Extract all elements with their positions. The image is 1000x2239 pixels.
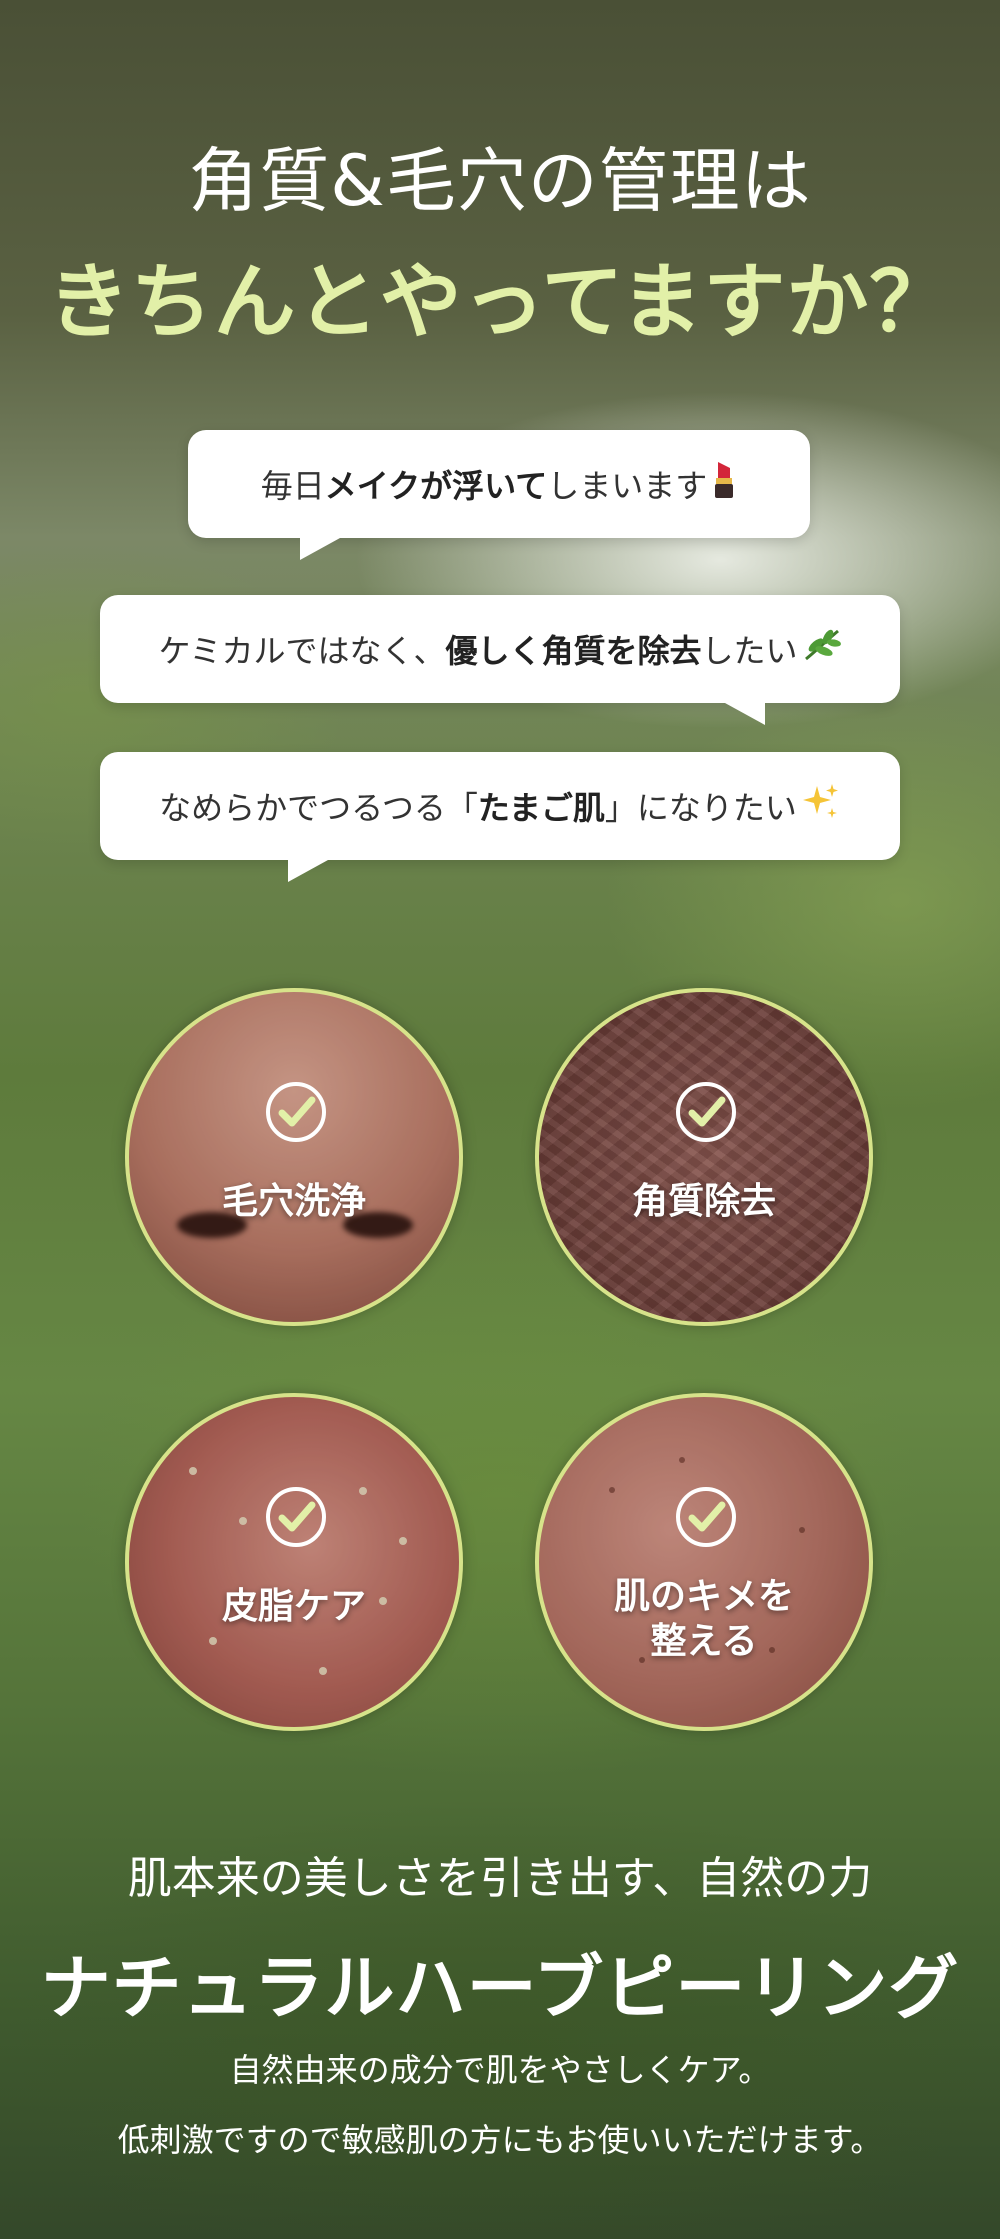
bubble-text-bold: 優しく角質を除去 bbox=[445, 632, 702, 670]
feature-label: 毛穴洗浄 bbox=[221, 1181, 366, 1222]
bubble-tail bbox=[300, 538, 340, 560]
check-icon bbox=[266, 1487, 326, 1547]
bubble-text: 毎日メイクが浮いてしまいます bbox=[261, 461, 707, 507]
bubble-text-bold: たまご肌 bbox=[477, 789, 605, 827]
description-line2: 低刺激ですので敏感肌の方にもお使いいただけます。 bbox=[117, 2121, 883, 2159]
promo-page: 角質&毛穴の管理は きちんとやってますか？ 毎日メイクが浮いてしまいます ケミカ… bbox=[0, 0, 1000, 2239]
product-name: ナチュラルハーブピーリング bbox=[40, 1947, 960, 2029]
bubble-text-post: したい bbox=[701, 632, 798, 670]
herb-icon bbox=[802, 627, 842, 671]
bubble-text: ケミカルではなく、優しく角質を除去したい bbox=[158, 626, 797, 672]
bubble-text-pre: 毎日 bbox=[260, 467, 325, 505]
headline-line2: きちんとやってますか？ bbox=[47, 255, 953, 350]
bubble-text: なめらかでつるつる「たまご肌」になりたい bbox=[159, 783, 797, 829]
bubble-text-pre: なめらかでつるつる「 bbox=[159, 789, 478, 827]
bubble-text-post: しまいます bbox=[547, 467, 708, 505]
circle-overlay bbox=[129, 992, 459, 1322]
sparkles-icon bbox=[801, 782, 841, 830]
circle-overlay bbox=[129, 1397, 459, 1727]
bubble-tail bbox=[725, 703, 765, 725]
lipstick-icon bbox=[711, 460, 737, 508]
feature-skin-texture: 肌のキメを 整える bbox=[535, 1393, 873, 1731]
check-icon bbox=[266, 1082, 326, 1142]
feature-label: 皮脂ケア bbox=[221, 1586, 366, 1627]
tagline: 肌本来の美しさを引き出す、自然の力 bbox=[127, 1853, 873, 1904]
description-line1: 自然由来の成分で肌をやさしくケア。 bbox=[229, 2051, 771, 2089]
circle-overlay bbox=[539, 992, 869, 1322]
check-icon bbox=[676, 1082, 736, 1142]
feature-pore-cleansing: 毛穴洗浄 bbox=[125, 988, 463, 1326]
check-icon bbox=[676, 1487, 736, 1547]
bubble-text-post: 」になりたい bbox=[604, 789, 797, 827]
bubble-text-bold: メイクが浮いて bbox=[324, 467, 548, 505]
feature-sebum-care: 皮脂ケア bbox=[125, 1393, 463, 1731]
feature-label: 角質除去 bbox=[631, 1181, 776, 1222]
speech-bubble-exfoliate: ケミカルではなく、優しく角質を除去したい bbox=[100, 595, 900, 703]
speech-bubble-makeup: 毎日メイクが浮いてしまいます bbox=[188, 430, 810, 538]
bubble-text-pre: ケミカルではなく、 bbox=[158, 632, 446, 670]
circle-overlay bbox=[539, 1397, 869, 1727]
feature-exfoliation: 角質除去 bbox=[535, 988, 873, 1326]
headline-line1: 角質&毛穴の管理は bbox=[188, 140, 812, 222]
feature-label-line2: 整える bbox=[650, 1621, 758, 1662]
speech-bubble-smooth-skin: なめらかでつるつる「たまご肌」になりたい bbox=[100, 752, 900, 860]
bubble-tail bbox=[288, 860, 328, 882]
